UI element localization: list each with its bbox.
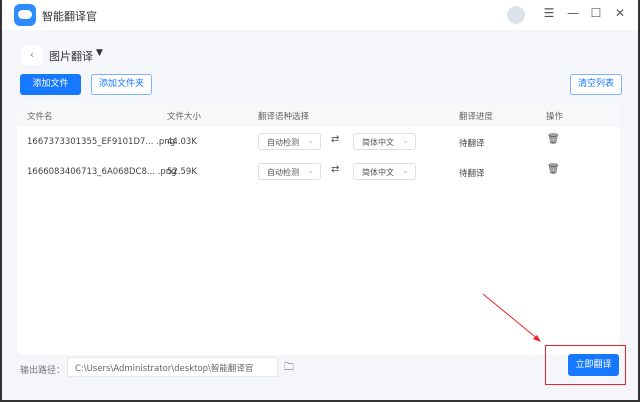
app-window: 智能翻译官 ☰ — ☐ ✕ ‹ 图片翻译 ▼ 添加文件 添加文件夹 清空列表 文… <box>2 0 638 400</box>
annotation-arrow <box>482 293 541 342</box>
